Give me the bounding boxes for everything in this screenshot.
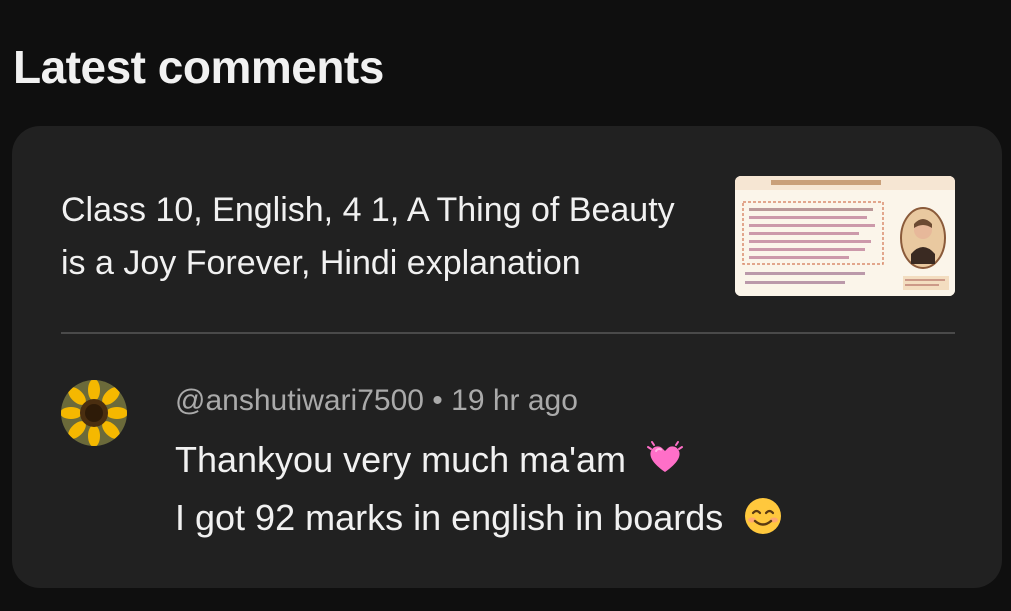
comment-author[interactable]: @anshutiwari7500: [175, 384, 424, 417]
thumbnail-image: [735, 176, 955, 296]
comment-card[interactable]: Class 10, English, 4 1, A Thing of Beaut…: [12, 126, 1002, 588]
comment-line-2-text: I got 92 marks in english in boards: [175, 497, 724, 539]
section-title: Latest comments: [13, 41, 384, 93]
comment-time: 19 hr ago: [451, 384, 578, 417]
video-title[interactable]: Class 10, English, 4 1, A Thing of Beaut…: [61, 184, 701, 290]
comment-line-1-text: Thankyou very much ma'am: [175, 439, 627, 481]
heart-emoji-icon: [646, 439, 684, 486]
comment-text-line-2: I got 92 marks in english in boards: [175, 496, 783, 545]
video-thumbnail[interactable]: [735, 176, 955, 296]
comment-text-line-1: Thankyou very much ma'am: [175, 439, 684, 486]
meta-separator: •: [432, 384, 443, 417]
avatar[interactable]: [61, 380, 127, 446]
comment-meta: @anshutiwari7500 • 19 hr ago: [175, 384, 578, 418]
divider: [61, 332, 955, 334]
sunflower-avatar-icon: [61, 380, 127, 446]
smiling-face-emoji-icon: [743, 496, 783, 545]
video-row[interactable]: Class 10, English, 4 1, A Thing of Beaut…: [61, 176, 955, 298]
